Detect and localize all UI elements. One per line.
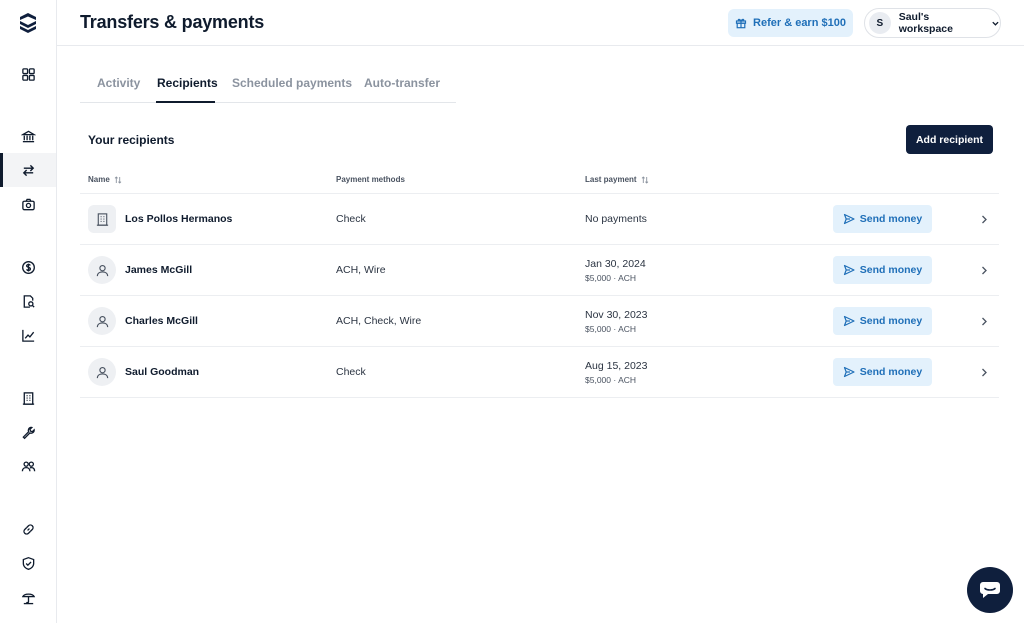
column-header-last-payment[interactable]: Last payment bbox=[585, 175, 649, 184]
sort-icon bbox=[641, 175, 648, 184]
send-icon bbox=[843, 213, 855, 225]
sidebar-item-insights[interactable] bbox=[0, 318, 56, 352]
shield-check-icon bbox=[22, 556, 34, 570]
camera-icon bbox=[21, 198, 35, 210]
send-icon bbox=[843, 264, 855, 276]
send-money-label: Send money bbox=[859, 213, 923, 225]
send-money-label: Send money bbox=[859, 264, 923, 276]
workspace-avatar: S bbox=[869, 12, 891, 34]
wrench-icon bbox=[21, 426, 35, 439]
chevron-right-icon[interactable] bbox=[980, 368, 988, 377]
tab-scheduled-payments[interactable]: Scheduled payments bbox=[232, 76, 352, 90]
sidebar-item-dashboard[interactable] bbox=[0, 57, 56, 91]
recipient-payment-methods: ACH, Wire bbox=[336, 264, 386, 276]
person-icon bbox=[96, 366, 108, 378]
column-methods-label: Payment methods bbox=[336, 175, 405, 184]
sidebar-item-transfers[interactable] bbox=[0, 153, 56, 187]
sidebar-item-bills[interactable] bbox=[0, 284, 56, 318]
chart-line-icon bbox=[21, 329, 34, 342]
recipient-avatar bbox=[88, 307, 116, 335]
tab-auto-transfer[interactable]: Auto-transfer bbox=[364, 76, 440, 90]
send-icon bbox=[843, 315, 855, 327]
tab-activity[interactable]: Activity bbox=[97, 76, 140, 90]
sidebar-item-payments[interactable] bbox=[0, 250, 56, 284]
chat-support-button[interactable] bbox=[967, 567, 1013, 613]
column-header-name[interactable]: Name bbox=[88, 175, 122, 184]
brand-logo-icon[interactable] bbox=[19, 13, 37, 33]
bank-icon bbox=[20, 130, 36, 142]
sidebar-item-tools[interactable] bbox=[0, 415, 56, 449]
sort-icon bbox=[114, 175, 122, 184]
recipient-name: Los Pollos Hermanos bbox=[125, 213, 233, 225]
chat-bubble-icon bbox=[980, 582, 1000, 598]
send-money-label: Send money bbox=[859, 315, 923, 327]
recipient-last-payment: Aug 15, 2023 bbox=[585, 360, 648, 372]
dollar-circle-icon bbox=[21, 260, 35, 274]
send-money-button[interactable]: Send money bbox=[833, 256, 932, 284]
sidebar-item-integrations[interactable] bbox=[0, 512, 56, 546]
recipient-payment-methods: Check bbox=[336, 213, 366, 225]
sidebar-item-security[interactable] bbox=[0, 546, 56, 580]
table-row[interactable]: Los Pollos Hermanos Check No payments Se… bbox=[80, 194, 999, 245]
recipient-last-payment-detail: $5,000 · ACH bbox=[585, 273, 637, 283]
sidebar-item-deposit[interactable] bbox=[0, 187, 56, 221]
send-money-label: Send money bbox=[859, 366, 923, 378]
users-icon bbox=[21, 460, 35, 471]
gift-icon bbox=[735, 18, 747, 29]
sidebar-item-insurance[interactable] bbox=[0, 580, 56, 614]
send-icon bbox=[843, 366, 855, 378]
recipient-payment-methods: ACH, Check, Wire bbox=[336, 315, 422, 327]
table-row[interactable]: James McGill ACH, Wire Jan 30, 2024 $5,0… bbox=[80, 245, 999, 296]
send-money-button[interactable]: Send money bbox=[833, 307, 932, 335]
transfer-arrows-icon bbox=[22, 164, 34, 176]
document-search-icon bbox=[23, 294, 35, 308]
building-icon bbox=[96, 212, 108, 226]
chevron-right-icon[interactable] bbox=[980, 215, 988, 224]
send-money-button[interactable]: Send money bbox=[833, 205, 932, 233]
umbrella-icon bbox=[21, 592, 35, 604]
recipient-payment-methods: Check bbox=[336, 366, 366, 378]
building-icon bbox=[22, 391, 34, 405]
chevron-down-icon bbox=[992, 21, 999, 26]
sidebar-item-team[interactable] bbox=[0, 449, 56, 483]
workspace-switcher[interactable]: S Saul's workspace bbox=[864, 8, 1001, 38]
active-tab-indicator bbox=[156, 101, 215, 103]
person-icon bbox=[96, 315, 108, 327]
recipient-avatar bbox=[88, 205, 116, 233]
refer-earn-label: Refer & earn $100 bbox=[753, 17, 846, 29]
person-icon bbox=[96, 264, 108, 276]
recipient-avatar bbox=[88, 358, 116, 386]
sidebar bbox=[0, 0, 57, 623]
sidebar-item-company[interactable] bbox=[0, 381, 56, 415]
workspace-name: Saul's workspace bbox=[898, 11, 953, 35]
chevron-right-icon[interactable] bbox=[980, 317, 988, 326]
top-header: Transfers & payments Refer & earn $100 S… bbox=[57, 0, 1024, 46]
chevron-right-icon[interactable] bbox=[980, 266, 988, 275]
recipient-name: Charles McGill bbox=[125, 315, 198, 327]
add-recipient-button[interactable]: Add recipient bbox=[906, 125, 993, 154]
table-row[interactable]: Charles McGill ACH, Check, Wire Nov 30, … bbox=[80, 296, 999, 347]
section-title: Your recipients bbox=[88, 133, 175, 147]
sidebar-item-accounts[interactable] bbox=[0, 119, 56, 153]
tab-bar: Activity Recipients Scheduled payments A… bbox=[80, 66, 456, 103]
recipient-last-payment: Jan 30, 2024 bbox=[585, 258, 646, 270]
column-name-label: Name bbox=[88, 175, 110, 184]
table-row[interactable]: Saul Goodman Check Aug 15, 2023 $5,000 ·… bbox=[80, 347, 999, 398]
recipient-last-payment-detail: $5,000 · ACH bbox=[585, 375, 637, 385]
recipient-last-payment: Nov 30, 2023 bbox=[585, 309, 648, 321]
recipient-last-payment-detail: $5,000 · ACH bbox=[585, 324, 637, 334]
page-title: Transfers & payments bbox=[80, 12, 265, 32]
link-icon bbox=[22, 523, 34, 535]
send-money-button[interactable]: Send money bbox=[833, 358, 932, 386]
column-last-label: Last payment bbox=[585, 175, 637, 184]
recipient-last-payment: No payments bbox=[585, 213, 647, 225]
recipient-name: Saul Goodman bbox=[125, 366, 200, 378]
column-header-payment-methods: Payment methods bbox=[336, 175, 405, 184]
refer-earn-button[interactable]: Refer & earn $100 bbox=[728, 9, 853, 37]
grid-icon bbox=[21, 67, 35, 81]
recipient-avatar bbox=[88, 256, 116, 284]
recipient-name: James McGill bbox=[125, 264, 193, 276]
tab-recipients[interactable]: Recipients bbox=[157, 76, 218, 90]
